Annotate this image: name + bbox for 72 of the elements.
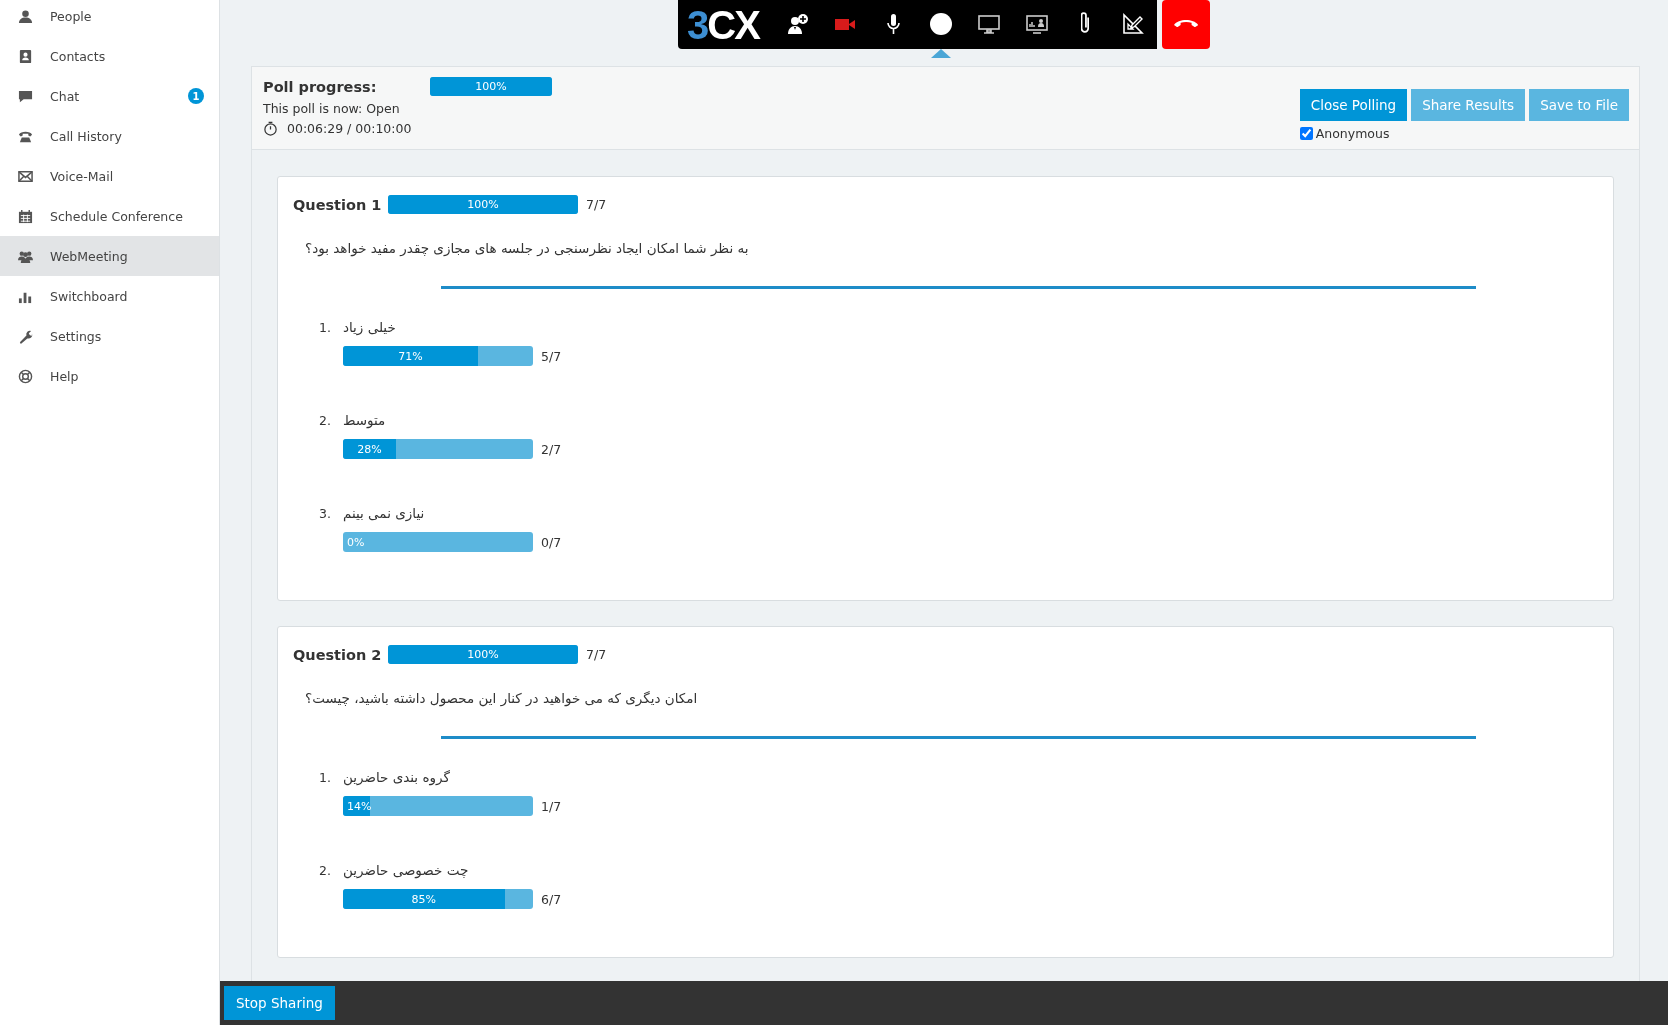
record-icon bbox=[928, 12, 953, 36]
sidebar-label: Call History bbox=[50, 128, 123, 144]
sidebar-label: Contacts bbox=[50, 48, 107, 64]
vote-count: 6/7 bbox=[541, 891, 562, 907]
percent-label: 100% bbox=[474, 79, 508, 95]
percent-label: 71% bbox=[397, 348, 424, 365]
option-text: خیلی زیاد bbox=[342, 319, 396, 335]
question-title: Question 1 bbox=[293, 196, 383, 213]
option-number: 2. bbox=[319, 412, 331, 428]
sidebar-item[interactable]: Voice-Mail bbox=[0, 156, 219, 196]
percent-label: 28% bbox=[356, 441, 383, 458]
option-number: 2. bbox=[319, 862, 331, 878]
poll-status: This poll is now: Open bbox=[263, 101, 401, 116]
unread-count-badge: 1 bbox=[188, 88, 204, 104]
response-count: 7/7 bbox=[586, 647, 607, 662]
question-text: به نظر شما امکان ایجاد نظرسنجی در جلسه های مجازی چقدر مفید خواهد بود؟ bbox=[305, 240, 750, 256]
question-title: Question 2 bbox=[293, 646, 383, 663]
sidebar-label: Schedule Conference bbox=[50, 208, 184, 224]
speech-bubble-icon bbox=[18, 88, 33, 104]
vote-count: 2/7 bbox=[541, 441, 562, 457]
sidebar-item[interactable]: Call History bbox=[0, 116, 219, 156]
contact-card-icon bbox=[18, 48, 33, 64]
option-number: 1. bbox=[319, 769, 331, 785]
logo: 3CX bbox=[678, 0, 773, 49]
wrench-icon bbox=[18, 328, 33, 344]
option-text: چت خصوصی حاضرین bbox=[342, 862, 469, 878]
sidebar-label: Switchboard bbox=[50, 288, 129, 304]
percent-label: 0% bbox=[346, 534, 365, 551]
sidebar-item[interactable]: People bbox=[0, 0, 219, 36]
option-text: متوسط bbox=[342, 412, 386, 428]
sidebar-item[interactable]: Help bbox=[0, 356, 219, 396]
calendar-icon bbox=[18, 208, 33, 224]
percent-label: 85% bbox=[410, 891, 437, 908]
response-count: 7/7 bbox=[586, 197, 607, 212]
stopwatch-icon bbox=[263, 121, 278, 136]
person-icon bbox=[18, 8, 33, 24]
envelope-icon bbox=[18, 168, 33, 184]
vote-count: 0/7 bbox=[541, 534, 562, 550]
sidebar-label: Settings bbox=[50, 328, 103, 344]
sidebar-item[interactable]: Settings bbox=[0, 316, 219, 356]
percent-label: 14% bbox=[346, 798, 372, 815]
vote-count: 5/7 bbox=[541, 348, 562, 364]
sidebar-label: Help bbox=[50, 368, 80, 384]
paperclip-icon bbox=[1080, 12, 1089, 34]
sidebar-label: People bbox=[50, 8, 93, 24]
monitor-icon bbox=[976, 12, 1001, 36]
ruler-pencil-icon bbox=[1120, 12, 1145, 36]
sidebar-item[interactable]: Chat 1 bbox=[0, 76, 219, 116]
sidebar-item[interactable]: Contacts bbox=[0, 36, 219, 76]
sidebar-item[interactable]: Switchboard bbox=[0, 276, 219, 316]
option-text: نیازی نمی بینم bbox=[342, 505, 425, 521]
hang-up-phone-icon bbox=[1173, 19, 1199, 28]
option-number: 3. bbox=[319, 505, 331, 521]
anonymous-checkbox[interactable] bbox=[1299, 127, 1313, 140]
sidebar-item[interactable]: WebMeeting bbox=[0, 236, 219, 276]
sidebar-label: WebMeeting bbox=[50, 248, 129, 264]
checkbox-label: Anonymous bbox=[1315, 126, 1390, 141]
hang-up-button[interactable] bbox=[1162, 0, 1210, 49]
sidebar-label: Chat bbox=[50, 88, 81, 104]
active-indicator bbox=[930, 49, 951, 58]
sidebar-label: Voice-Mail bbox=[50, 168, 115, 184]
percent-label: 100% bbox=[466, 197, 500, 213]
option-number: 1. bbox=[319, 319, 331, 335]
sidebar-item[interactable]: Schedule Conference bbox=[0, 196, 219, 236]
vote-count: 1/7 bbox=[541, 798, 562, 814]
poll-timer: 00:06:29 / 00:10:00 bbox=[287, 121, 412, 136]
lifebuoy-icon bbox=[18, 368, 33, 384]
option-text: گروه بندی حاضرین bbox=[342, 769, 450, 785]
percent-label: 100% bbox=[466, 647, 500, 663]
presentation-screen-icon bbox=[1024, 12, 1049, 36]
poll-progress-title: Poll progress: bbox=[263, 78, 378, 95]
question-text: امکان دیگری که می خواهید در کنار این محصول داشته باشید، چیست؟ bbox=[305, 690, 699, 706]
